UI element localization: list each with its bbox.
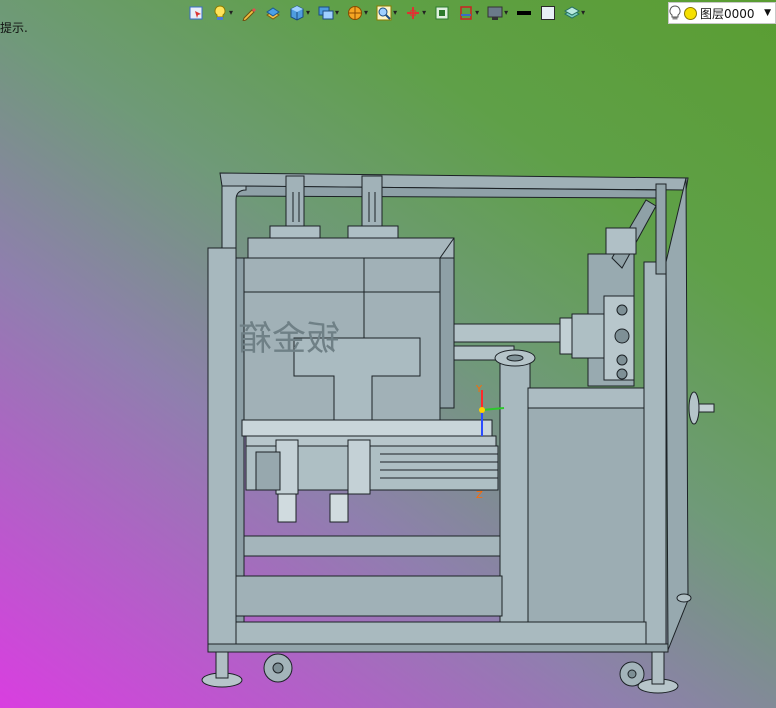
machine-model[interactable]: 钣金箱 Y Z <box>0 0 776 708</box>
bottom-rail-front <box>235 575 503 617</box>
sheet-metal-box-top <box>247 237 455 259</box>
hanger-foot-left <box>269 225 321 239</box>
back-right-post <box>655 183 667 275</box>
main-shaft <box>453 323 565 343</box>
bearing-housing <box>571 313 605 359</box>
top-gear <box>605 227 637 255</box>
hanger-left <box>285 175 305 233</box>
right-enclosure-top <box>527 387 645 409</box>
gripper-right <box>347 439 371 495</box>
motor-column <box>499 361 531 631</box>
slide-rail-top <box>241 419 493 437</box>
gripper-rod-left <box>277 493 297 523</box>
base-rail <box>235 621 647 645</box>
gripper-rod-right <box>329 493 349 523</box>
svg-text:Y: Y <box>475 384 483 395</box>
base-rail-lower <box>207 643 669 653</box>
right-front-post <box>643 261 667 651</box>
hanger-right <box>361 175 383 233</box>
engraved-text: 钣金箱 <box>238 319 340 359</box>
hanger-foot-right <box>347 225 399 239</box>
left-front-post <box>207 247 237 649</box>
handwheel <box>688 391 700 425</box>
right-enclosure <box>527 407 645 629</box>
3d-viewport[interactable]: 提示. ▾ ▾ ▾ ▾ ▾ ▾ ▾ ▾ ▾ 图层0000 ▼ 钣金箱 Y Z <box>0 0 776 708</box>
svg-text:Z: Z <box>476 490 483 501</box>
mid-bottom-rail <box>243 535 501 557</box>
bearing-collar <box>559 317 573 355</box>
right-side-panel <box>665 177 689 651</box>
box-side <box>439 257 455 409</box>
